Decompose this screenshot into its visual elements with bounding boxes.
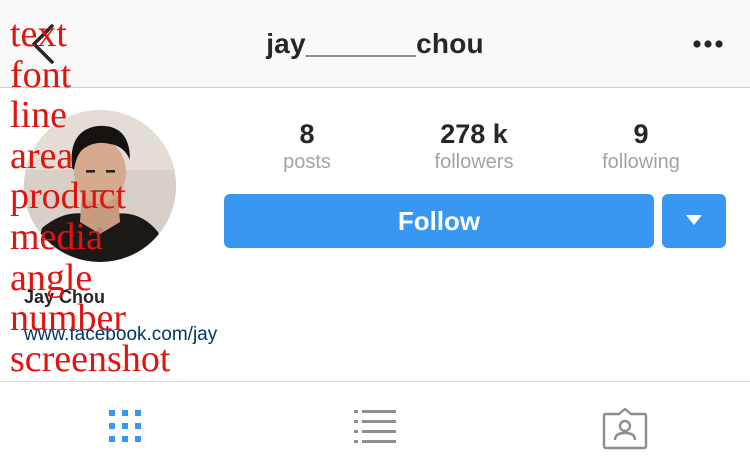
caret-down-icon	[686, 215, 702, 225]
tab-tagged-photos[interactable]	[500, 382, 750, 471]
following-count: 9	[633, 119, 649, 149]
watermark-word: line	[10, 94, 67, 137]
watermark-word: number	[10, 297, 127, 340]
watermark-word: angle	[10, 256, 93, 299]
grid-icon	[109, 410, 141, 442]
following-label: following	[602, 151, 680, 173]
watermark-word: area	[10, 134, 74, 177]
tagged-person-icon	[602, 408, 648, 450]
suggestions-dropdown-button[interactable]	[662, 194, 726, 248]
watermark-word: product	[10, 175, 127, 218]
watermark-word: media	[10, 215, 103, 258]
watermark-word: screenshot	[10, 337, 171, 380]
followers-count: 278 k	[440, 119, 508, 149]
watermark-word: text	[10, 13, 67, 55]
tab-grid-view[interactable]	[0, 382, 250, 471]
stat-followers[interactable]: 278 k followers	[399, 118, 549, 174]
tab-list-view[interactable]	[250, 382, 500, 471]
more-horizontal-icon[interactable]	[690, 30, 726, 58]
list-icon	[354, 410, 396, 443]
profile-view-tabs	[0, 381, 750, 471]
follow-button[interactable]: Follow	[224, 194, 654, 248]
followers-label: followers	[434, 151, 514, 173]
watermark-word: font	[10, 53, 72, 96]
stat-following[interactable]: 9 following	[566, 118, 716, 174]
watermark-word-overlay: text font line area product media angle …	[10, 14, 270, 420]
